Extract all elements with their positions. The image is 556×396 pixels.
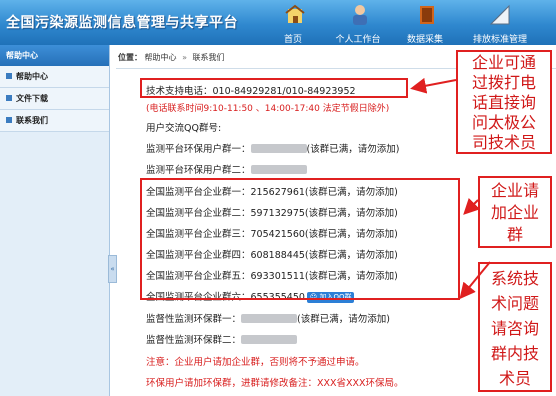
arrow-to-groups (463, 197, 481, 215)
arrow-to-qq-button (459, 261, 491, 300)
arrow-to-phone (410, 77, 457, 94)
annotation-arrows (410, 77, 491, 300)
